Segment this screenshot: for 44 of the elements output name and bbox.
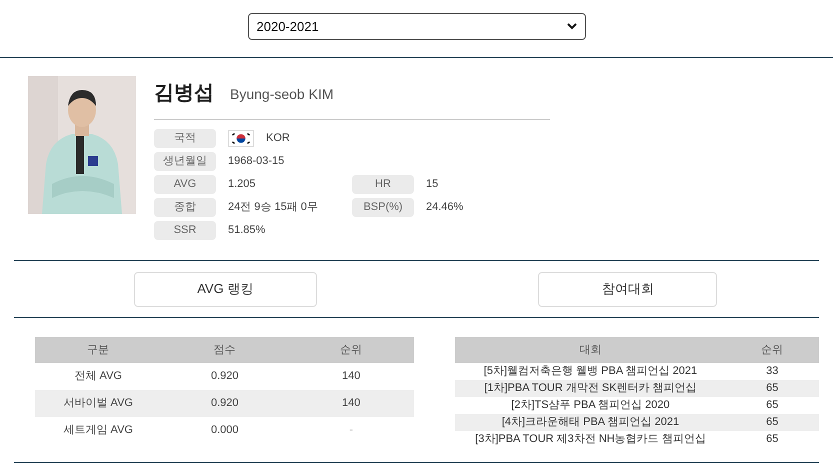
table-cell-text: 140: [341, 369, 362, 384]
table-cell-text: -: [348, 423, 354, 438]
field-value: KOR: [266, 131, 290, 146]
field-value: 24.46%: [425, 200, 464, 216]
table-cell-text: 33: [765, 364, 780, 380]
field-label: BSP(%): [352, 198, 414, 217]
field-label: 종합: [154, 198, 216, 217]
table-cell-text: 65: [765, 381, 780, 396]
tournaments-button[interactable]: 참여대회: [538, 272, 718, 306]
field-label: 국적: [154, 129, 216, 148]
table-cell-text: [3차]PBA TOUR 제3차전 NH농협카드 챔피언십: [474, 432, 707, 448]
column-header: 순위: [339, 342, 364, 358]
field-value: 51.85%: [228, 223, 266, 238]
season-select[interactable]: 2020-2021: [248, 13, 586, 40]
field-value: 15: [425, 177, 438, 192]
table-cell-text: [5차]웰컴저축은행 웰뱅 PBA 챔피언십 2021: [482, 364, 698, 380]
table-cell-text: 0.920: [210, 396, 240, 412]
player-name-english: Byung-seob KIM: [230, 85, 334, 104]
column-header: 대회: [578, 342, 602, 358]
column-header: 순위: [760, 342, 784, 358]
field-value: 1968-03-15: [228, 154, 284, 170]
table-cell-text: 0.000: [210, 423, 240, 438]
field-value: 24전 9승 15패 0무: [228, 200, 318, 216]
table-cell-text: 전체 AVG: [74, 369, 123, 384]
table-cell-text: [1차]PBA TOUR 개막전 SK렌터카 챔피언십: [483, 381, 698, 396]
table-cell-text: 140: [341, 396, 362, 412]
field-label: 생년월일: [154, 152, 216, 171]
column-header: 점수: [212, 342, 237, 358]
table-cell-text: 0.920: [210, 369, 240, 384]
table-cell-text: 65: [765, 432, 780, 448]
table-cell-text: 65: [765, 415, 780, 430]
avg-ranking-button[interactable]: AVG 랭킹: [134, 272, 317, 306]
field-label: AVG: [154, 175, 216, 194]
table-cell-text: 65: [765, 398, 780, 414]
table-cell-text: [4차]크라운해태 PBA 챔피언십 2021: [500, 415, 680, 430]
field-label: SSR: [154, 221, 216, 240]
chevron-icon: [566, 23, 576, 30]
field-value: 1.205: [228, 177, 256, 192]
player-name: 김병섭: [154, 81, 214, 106]
table-cell-text: 서바이벌 AVG: [62, 396, 134, 412]
table-cell-text: 세트게임 AVG: [62, 423, 134, 438]
column-header: 구분: [86, 342, 110, 358]
field-label: HR: [352, 175, 414, 194]
table-cell-text: [2차]TS샴푸 PBA 챔피언십 2020: [510, 398, 671, 414]
